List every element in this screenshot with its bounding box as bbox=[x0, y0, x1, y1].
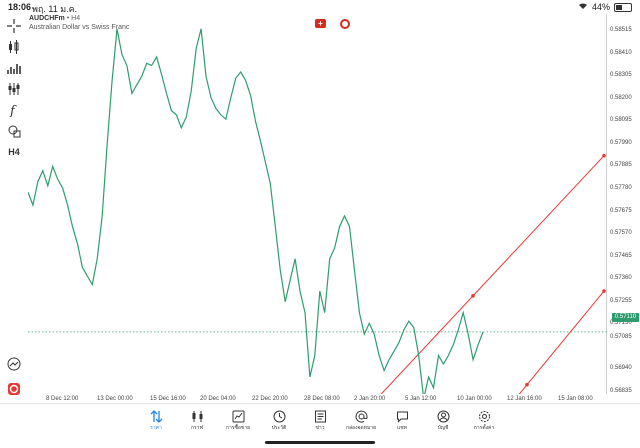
time-axis-label: 15 Jan 08:00 bbox=[558, 396, 593, 402]
news-icon bbox=[314, 410, 326, 423]
nav-tab-label: แชท bbox=[397, 425, 407, 431]
objects-icon[interactable] bbox=[4, 80, 24, 98]
time-axis-label: 12 Jan 16:00 bbox=[507, 396, 542, 402]
price-axis-label: 0.57675 bbox=[610, 207, 632, 214]
function-icon[interactable]: f bbox=[4, 101, 24, 119]
svg-text:f: f bbox=[9, 104, 17, 117]
status-time: 18:06 bbox=[8, 2, 32, 12]
price-axis-label: 0.58515 bbox=[610, 27, 632, 33]
nav-tab-label: ประวัติ bbox=[271, 425, 287, 431]
price-axis-label: 0.58305 bbox=[610, 72, 632, 79]
price-axis-label: 0.57255 bbox=[610, 297, 632, 304]
chart-icon bbox=[192, 411, 202, 422]
indicators-icon[interactable] bbox=[4, 59, 24, 77]
time-axis-label: 13 Dec 00:00 bbox=[97, 396, 133, 402]
price-axis-label: 0.57780 bbox=[610, 184, 632, 191]
nav-tab-label: ราคา bbox=[150, 425, 162, 431]
nav-tab-label: การซื้อขาย bbox=[225, 425, 251, 431]
home-indicator bbox=[265, 441, 375, 444]
trendline-anchor bbox=[471, 294, 475, 298]
trendlines bbox=[380, 153, 606, 394]
broker-logo-icon bbox=[4, 380, 24, 398]
chat-icon bbox=[396, 411, 408, 423]
chart-scale-icon[interactable] bbox=[4, 355, 24, 373]
trendline bbox=[518, 290, 605, 394]
nav-tab-label: กราฟ bbox=[190, 425, 204, 431]
mailbox-icon bbox=[355, 410, 367, 423]
nav-tab-account[interactable]: บัญชี bbox=[423, 408, 463, 444]
price-axis-label: 0.56835 bbox=[610, 388, 632, 394]
trendline-anchor bbox=[602, 153, 606, 158]
time-axis-label: 22 Dec 20:00 bbox=[252, 396, 288, 402]
account-icon bbox=[437, 410, 449, 423]
time-axis-label: 8 Dec 12:00 bbox=[46, 396, 79, 402]
price-axis-label: 0.57570 bbox=[610, 230, 632, 237]
time-axis-label: 20 Dec 04:00 bbox=[200, 396, 236, 402]
status-right: 44% bbox=[578, 2, 632, 12]
nav-tab-mailbox[interactable]: กล่องจดหมาย bbox=[341, 408, 381, 444]
trendline-anchor bbox=[525, 382, 529, 387]
trade-icon bbox=[232, 410, 244, 423]
chart-type-candles-icon[interactable] bbox=[4, 38, 24, 56]
chart-toolbar: f H4 bbox=[0, 14, 28, 404]
nav-tab-history[interactable]: ประวัติ bbox=[259, 408, 299, 444]
nav-tab-news[interactable]: ข่าว bbox=[300, 408, 340, 444]
nav-tab-label: บัญชี bbox=[437, 425, 449, 431]
time-axis-label: 15 Dec 16:00 bbox=[150, 396, 186, 402]
shapes-icon[interactable] bbox=[4, 122, 24, 140]
nav-tab-settings[interactable]: การตั้งค่า bbox=[464, 408, 504, 444]
price-axis-label: 0.57990 bbox=[610, 139, 632, 146]
history-icon bbox=[273, 410, 285, 423]
price-chart[interactable] bbox=[28, 14, 607, 394]
time-axis-label: 28 Dec 08:00 bbox=[304, 396, 340, 402]
nav-tab-label: ข่าว bbox=[315, 425, 325, 431]
nav-tab-label: กล่องจดหมาย bbox=[345, 425, 377, 431]
nav-tab-chart[interactable]: กราฟ bbox=[177, 408, 217, 444]
nav-tab-label: การตั้งค่า bbox=[473, 425, 495, 431]
battery-percent: 44% bbox=[591, 2, 610, 12]
price-line bbox=[28, 28, 484, 394]
time-axis-label: 10 Jan 00:00 bbox=[457, 396, 492, 402]
nav-tab-quotes[interactable]: ราคา bbox=[136, 408, 176, 444]
price-axis-label: 0.57465 bbox=[610, 252, 632, 259]
price-axis-label: 0.57360 bbox=[610, 275, 632, 282]
timeframe-button[interactable]: H4 bbox=[4, 143, 24, 161]
wifi-icon bbox=[578, 2, 588, 12]
trendline bbox=[380, 155, 605, 394]
trendline-anchor bbox=[602, 289, 606, 293]
nav-tab-trade[interactable]: การซื้อขาย bbox=[218, 408, 258, 444]
price-axis-label: 0.56940 bbox=[610, 365, 632, 372]
price-axis-label: 0.57085 bbox=[610, 334, 632, 341]
time-axis-label: 2 Jan 20:00 bbox=[354, 396, 386, 402]
price-axis-label: 0.57885 bbox=[610, 162, 632, 169]
price-axis[interactable]: 0.58515 0.58410 0.58305 0.58200 0.58095 0.579… bbox=[608, 14, 640, 394]
battery-icon bbox=[614, 2, 632, 12]
price-axis-label: 0.58095 bbox=[610, 117, 632, 124]
quotes-icon bbox=[150, 410, 162, 423]
price-axis-label: 0.58410 bbox=[610, 49, 632, 56]
price-axis-label: 0.58200 bbox=[610, 94, 632, 101]
nav-tab-chat[interactable]: แชท bbox=[382, 408, 422, 444]
status-bar: 18:06 พฤ. 11 ม.ค. 44% bbox=[0, 0, 640, 14]
crosshair-icon[interactable] bbox=[4, 17, 24, 35]
time-axis-label: 5 Jan 12:00 bbox=[405, 396, 437, 402]
current-price-tag: 0.57110 bbox=[612, 313, 639, 322]
settings-icon bbox=[478, 411, 490, 422]
